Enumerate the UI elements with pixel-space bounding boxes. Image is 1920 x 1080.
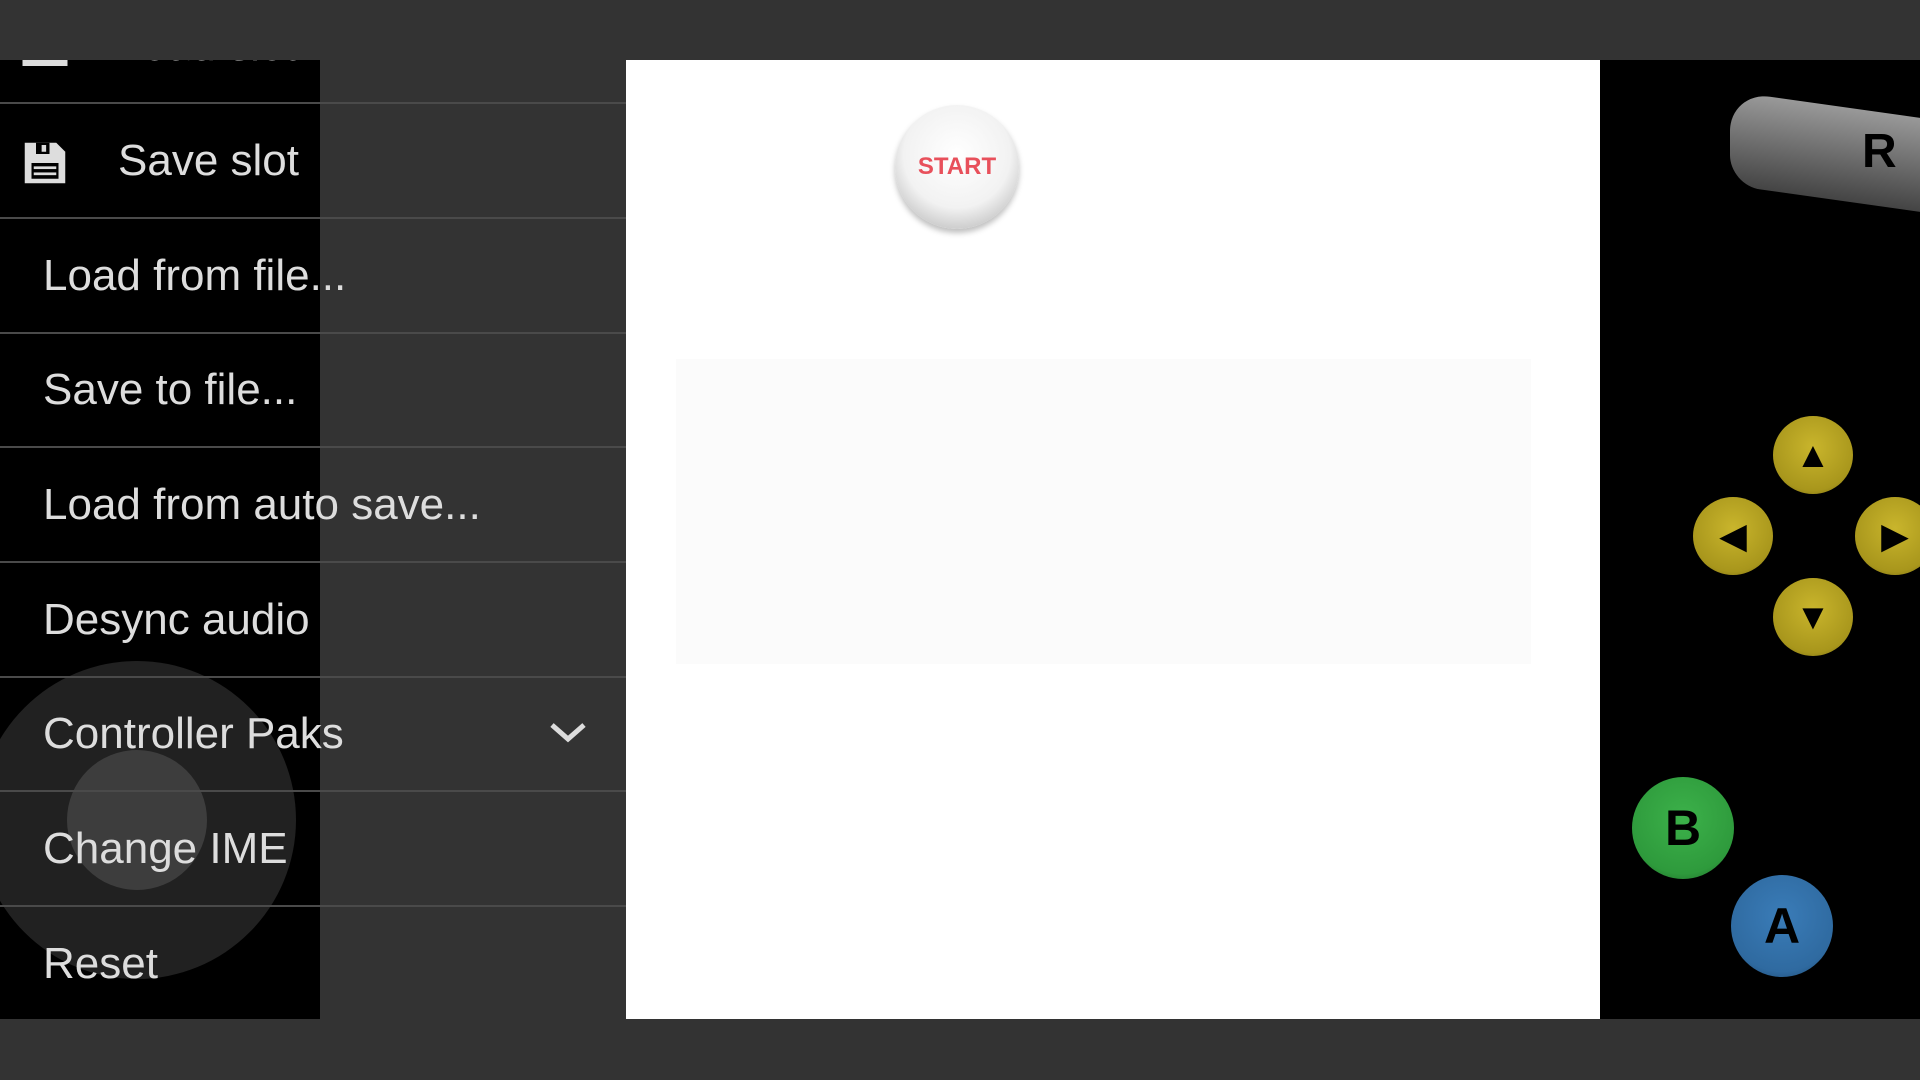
menu-item-load-slot[interactable]: Load slot — [0, 60, 626, 104]
folder-icon — [22, 60, 68, 66]
c-right-button[interactable]: ▶ — [1855, 497, 1920, 575]
menu-item-reset[interactable]: Reset — [0, 906, 626, 1019]
menu-item-load-from-auto-save[interactable]: Load from auto save... — [0, 448, 626, 563]
right-controls: R ▲ ◀ ▶ ▼ B A — [1600, 60, 1920, 1019]
game-menu: Load slot Save slot Load from file... Sa… — [0, 60, 626, 1019]
start-button[interactable]: START — [895, 105, 1019, 229]
menu-item-controller-paks[interactable]: Controller Paks — [0, 677, 626, 792]
top-bar — [0, 0, 1920, 60]
c-down-button[interactable]: ▼ — [1773, 578, 1853, 656]
game-screen[interactable]: START — [626, 60, 1600, 1019]
chevron-down-icon[interactable] — [548, 717, 588, 747]
bottom-bar — [0, 1019, 1920, 1080]
triangle-down-icon: ▼ — [1795, 596, 1831, 637]
menu-item-change-ime[interactable]: Change IME — [0, 792, 626, 907]
triangle-right-icon: ▶ — [1881, 515, 1909, 556]
b-button[interactable]: B — [1632, 777, 1734, 879]
menu-item-save-to-file[interactable]: Save to file... — [0, 333, 626, 448]
menu-item-load-from-file[interactable]: Load from file... — [0, 219, 626, 334]
menu-item-save-slot[interactable]: Save slot — [0, 104, 626, 219]
menu-item-desync-audio[interactable]: Desync audio — [0, 563, 626, 678]
r-shoulder-button[interactable]: R — [1730, 91, 1920, 219]
c-left-button[interactable]: ◀ — [1693, 497, 1773, 575]
triangle-left-icon: ◀ — [1719, 515, 1747, 556]
game-content-area — [676, 359, 1531, 664]
triangle-up-icon: ▲ — [1795, 434, 1831, 475]
c-up-button[interactable]: ▲ — [1773, 416, 1853, 494]
a-button[interactable]: A — [1731, 875, 1833, 977]
floppy-disk-icon — [24, 142, 66, 184]
